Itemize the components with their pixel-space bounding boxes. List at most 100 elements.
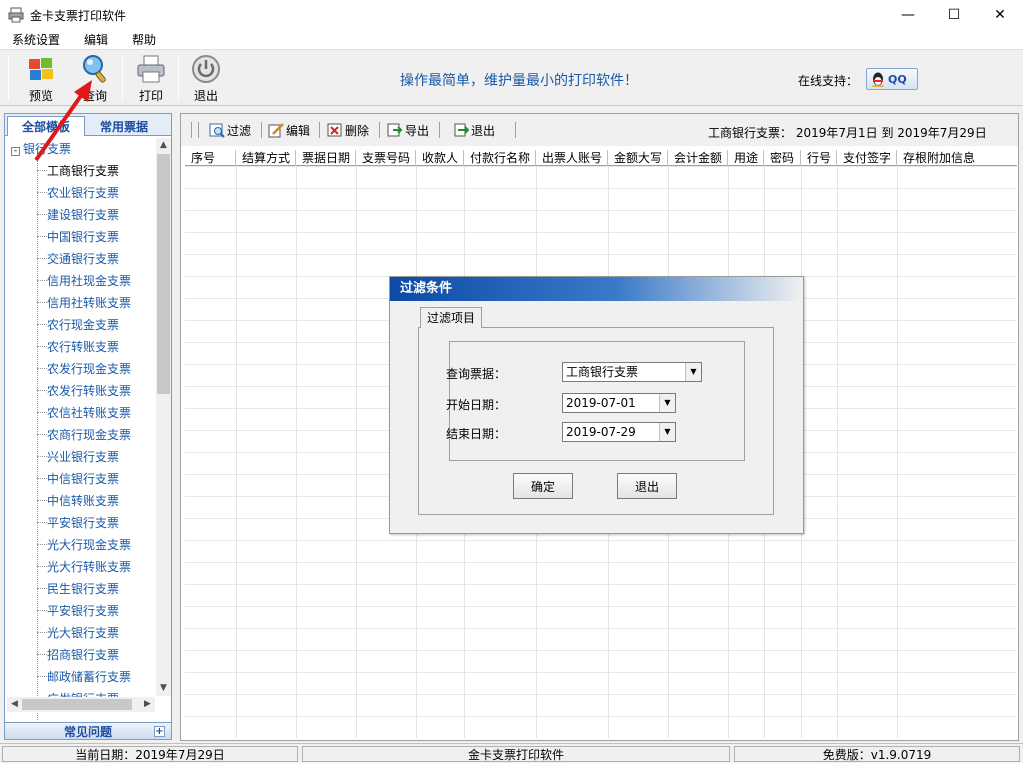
tree-item[interactable]: 农业银行支票 xyxy=(47,184,119,201)
column-header[interactable]: 用途 xyxy=(728,150,764,166)
tree-branch-line xyxy=(37,588,47,589)
tree-branch-line xyxy=(37,478,47,479)
chevron-down-icon[interactable]: ▼ xyxy=(659,423,675,441)
column-header[interactable]: 密码 xyxy=(764,150,801,166)
tab-filter-items[interactable]: 过滤项目 xyxy=(420,307,482,328)
tree-item[interactable]: 平安银行支票 xyxy=(47,514,119,531)
toolbar-separator xyxy=(178,56,179,100)
dialog-title: 过滤条件 xyxy=(390,277,803,301)
column-header[interactable]: 结算方式 xyxy=(236,150,296,166)
records-exit-button[interactable]: 退出 xyxy=(453,120,495,140)
menu-edit[interactable]: 编辑 xyxy=(72,31,120,48)
tree-item[interactable]: 光大行转账支票 xyxy=(47,558,131,575)
delete-label: 删除 xyxy=(345,123,370,138)
tree-branch-line xyxy=(37,412,47,413)
tree-item[interactable]: 信用社现金支票 xyxy=(47,272,131,289)
tree-branch-line xyxy=(37,456,47,457)
column-header[interactable]: 付款行名称 xyxy=(464,150,536,166)
column-header[interactable]: 支票号码 xyxy=(356,150,416,166)
tree-branch-line xyxy=(37,544,47,545)
collapse-icon[interactable]: - xyxy=(11,147,20,156)
tree-item[interactable]: 农商行现金支票 xyxy=(47,426,131,443)
toolbar-separator xyxy=(379,122,380,138)
filter-label: 过滤 xyxy=(227,123,252,138)
ok-button[interactable]: 确定 xyxy=(513,473,573,499)
scroll-up-icon[interactable]: ▲ xyxy=(156,138,171,153)
print-button[interactable]: 打印 xyxy=(126,53,176,105)
tree-item[interactable]: 民生银行支票 xyxy=(47,580,119,597)
faq-bar[interactable]: 常见问题 + xyxy=(4,722,172,740)
column-header[interactable]: 存根附加信息 xyxy=(897,150,1017,166)
column-header[interactable]: 支付签字 xyxy=(837,150,897,166)
qq-button[interactable]: QQ xyxy=(866,68,918,90)
tree-branch-line xyxy=(37,302,47,303)
tree-item[interactable]: 兴业银行支票 xyxy=(47,448,119,465)
column-header[interactable]: 序号 xyxy=(185,150,236,166)
tree-item[interactable]: 农行转账支票 xyxy=(47,338,119,355)
scroll-thumb[interactable] xyxy=(157,154,170,394)
tree-item[interactable]: 中国银行支票 xyxy=(47,228,119,245)
tree-branch-line xyxy=(37,236,47,237)
tree-guide-line xyxy=(37,152,38,720)
column-header[interactable]: 金额大写 xyxy=(608,150,668,166)
tree-item[interactable]: 中信转账支票 xyxy=(47,492,119,509)
filter-dialog: 过滤条件 过滤项目 查询票据： 工商银行支票 ▼ 开始日期： 2019-07-0… xyxy=(389,276,804,534)
exit-button[interactable]: 退出 xyxy=(181,53,231,105)
tree-item[interactable]: 农发行转账支票 xyxy=(47,382,131,399)
expand-icon[interactable]: + xyxy=(154,726,165,737)
tree-item[interactable]: 农发行现金支票 xyxy=(47,360,131,377)
delete-button[interactable]: 删除 xyxy=(327,120,369,140)
tree-item[interactable]: 交通银行支票 xyxy=(47,250,119,267)
tree-item[interactable]: 光大银行支票 xyxy=(47,624,119,641)
menu-system-settings[interactable]: 系统设置 xyxy=(0,31,72,48)
hscroll-thumb[interactable] xyxy=(22,699,132,710)
scroll-left-icon[interactable]: ◀ xyxy=(7,697,22,712)
table-header: 序号 结算方式 票据日期 支票号码 收款人 付款行名称 出票人账号 金额大写 会… xyxy=(185,150,1017,166)
export-button[interactable]: 导出 xyxy=(387,120,429,140)
tree-item[interactable]: 邮政储蓄行支票 xyxy=(47,668,131,685)
filter-button[interactable]: 过滤 xyxy=(209,120,251,140)
menu-bar: 系统设置 编辑 帮助 xyxy=(0,30,1023,50)
power-icon xyxy=(192,55,220,83)
tree-item[interactable]: 光大行现金支票 xyxy=(47,536,131,553)
printer-icon xyxy=(137,55,165,83)
tree-item[interactable]: 农信社转账支票 xyxy=(47,404,131,421)
start-date-value: 2019-07-01 xyxy=(566,396,636,410)
tree-item[interactable]: 招商银行支票 xyxy=(47,646,119,663)
date-range-info: 工商银行支票： 2019年7月1日 到 2019年7月29日 xyxy=(708,126,987,140)
menu-help[interactable]: 帮助 xyxy=(120,31,168,48)
column-header[interactable]: 出票人账号 xyxy=(536,150,608,166)
tree-vertical-scrollbar[interactable]: ▲ ▼ xyxy=(156,138,171,696)
chevron-down-icon[interactable]: ▼ xyxy=(659,394,675,412)
query-ticket-value: 工商银行支票 xyxy=(566,365,639,379)
tree-branch-line xyxy=(37,214,47,215)
tree-item[interactable]: 信用社转账支票 xyxy=(47,294,131,311)
end-date-picker[interactable]: 2019-07-29 ▼ xyxy=(562,422,676,442)
dialog-exit-button[interactable]: 退出 xyxy=(617,473,677,499)
tree-branch-line xyxy=(37,676,47,677)
column-header[interactable]: 收款人 xyxy=(416,150,464,166)
tree-item[interactable]: 平安银行支票 xyxy=(47,602,119,619)
column-header[interactable]: 行号 xyxy=(801,150,837,166)
column-header[interactable]: 会计金额 xyxy=(668,150,728,166)
status-version: 免费版：v1.9.0719 xyxy=(734,746,1020,762)
scroll-right-icon[interactable]: ▶ xyxy=(140,697,155,712)
maximize-button[interactable]: ☐ xyxy=(931,0,977,30)
tree-item[interactable]: 农行现金支票 xyxy=(47,316,119,333)
chevron-down-icon[interactable]: ▼ xyxy=(685,363,701,381)
tree-item[interactable]: 中信银行支票 xyxy=(47,470,119,487)
query-ticket-label: 查询票据： xyxy=(445,367,506,381)
start-date-label: 开始日期： xyxy=(445,398,506,412)
toolbar-separator xyxy=(515,122,516,138)
tree-item[interactable]: 建设银行支票 xyxy=(47,206,119,223)
edit-button[interactable]: 编辑 xyxy=(268,120,310,140)
query-ticket-select[interactable]: 工商银行支票 ▼ xyxy=(562,362,702,382)
column-header[interactable]: 票据日期 xyxy=(296,150,356,166)
close-button[interactable]: ✕ xyxy=(977,0,1023,30)
template-tree: - 银行支票 工商银行支票 农业银行支票 建设银行支票 中国银行支票 交通银行支票 信用社现… xyxy=(7,140,155,720)
toolbar-separator xyxy=(439,122,440,138)
start-date-picker[interactable]: 2019-07-01 ▼ xyxy=(562,393,676,413)
minimize-button[interactable]: — xyxy=(885,0,931,30)
tree-horizontal-scrollbar[interactable]: ◀ ▶ xyxy=(7,697,155,712)
scroll-down-icon[interactable]: ▼ xyxy=(156,681,171,696)
